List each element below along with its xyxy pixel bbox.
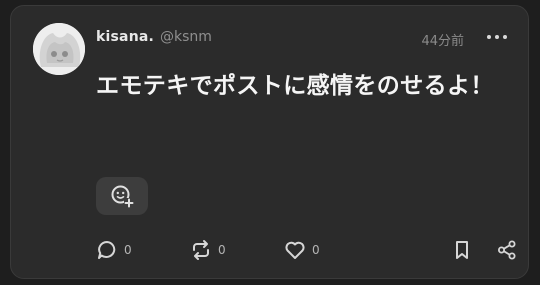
author-handle[interactable]: @ksnm <box>160 29 212 45</box>
renote-icon <box>193 240 209 260</box>
bookmark-icon <box>456 241 468 259</box>
post-actions: 0 0 0 <box>96 238 516 262</box>
add-reaction-button[interactable] <box>96 177 148 215</box>
like-button[interactable]: 0 <box>284 238 320 262</box>
more-horizontal-icon <box>487 35 507 39</box>
share-icon <box>498 240 516 260</box>
reply-icon <box>98 241 116 259</box>
reply-count: 0 <box>124 243 132 257</box>
like-count: 0 <box>312 243 320 257</box>
more-options-button[interactable] <box>484 27 510 47</box>
post-text: エモテキでポストに感情をのせるよ！ <box>96 73 494 99</box>
reply-button[interactable]: 0 <box>96 238 132 262</box>
renote-count: 0 <box>218 243 226 257</box>
bookmark-button[interactable] <box>451 238 473 262</box>
heart-icon <box>285 241 305 259</box>
avatar-image <box>33 23 85 75</box>
post-header: kisana. @ksnm 44分前 <box>96 29 512 49</box>
author-name[interactable]: kisana. <box>96 29 154 45</box>
renote-button[interactable]: 0 <box>190 238 226 262</box>
add-reaction-icon <box>111 185 134 208</box>
share-button[interactable] <box>496 238 518 262</box>
avatar[interactable] <box>33 23 85 75</box>
post-timestamp[interactable]: 44分前 <box>421 30 464 49</box>
post-card[interactable]: kisana. @ksnm 44分前 エモテキでポストに感情をのせるよ！ 0 0… <box>10 5 529 279</box>
